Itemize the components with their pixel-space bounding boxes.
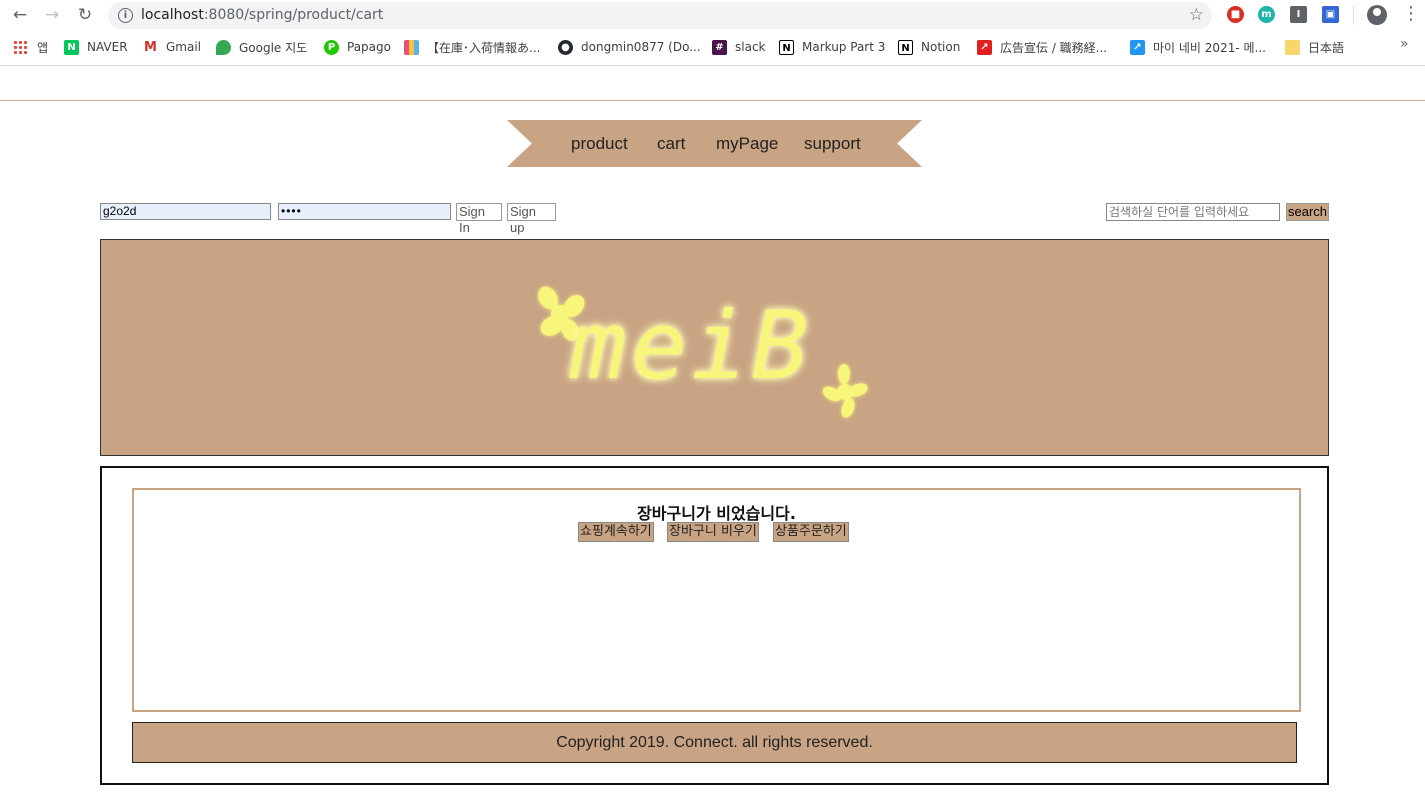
folder-icon [1285,39,1300,55]
order-button[interactable]: 상품주문하기 [773,522,849,542]
bookmark-naver[interactable]: N NAVER [64,38,128,56]
naver-icon: N [64,39,79,55]
bookmark-stock-info[interactable]: 【在庫･入荷情報あ... [404,38,540,56]
bookmark-label: 【在庫･入荷情報あ... [427,40,541,55]
github-icon: ● [558,39,573,55]
slack-icon: # [712,39,727,55]
password-input[interactable]: •••• [278,203,451,220]
reload-icon[interactable]: ↻ [73,4,97,26]
bookmark-apps[interactable]: 앱 [13,38,48,56]
bookmark-gmail[interactable]: M Gmail [143,38,201,56]
browser-toolbar: ← → ↻ i localhost:8080/spring/product/ca… [0,0,1425,31]
bookmark-folder-japanese[interactable]: 日本語 [1285,38,1344,56]
search-input[interactable]: 검색하실 단어를 입력하세요 [1106,203,1280,221]
bookmark-label: NAVER [87,40,128,54]
toolbar-divider [1353,6,1354,25]
papago-icon: P [324,39,339,55]
i-extension-icon[interactable]: I [1290,6,1307,23]
bookmark-label: Papago [347,40,391,54]
sign-in-button[interactable]: Sign In [456,203,502,235]
nav-cart-link[interactable]: cart [657,134,685,154]
url-path: :8080/spring/product/cart [203,7,384,23]
map-pin-icon [216,39,231,55]
screenshot-extension-icon[interactable]: ▣ [1322,6,1339,23]
notion-icon: N [779,39,794,55]
username-input[interactable]: g2o2d [100,203,271,220]
bookmark-label: 앱 [37,40,49,55]
bookmark-mynavi[interactable]: ↗ 마이 네비 2021- 메... [1130,38,1266,56]
chrome-divider [0,65,1425,66]
gmail-icon: M [143,39,158,55]
continue-shopping-button[interactable]: 쇼핑계속하기 [578,522,654,542]
footer: Copyright 2019. Connect. all rights rese… [132,722,1297,763]
info-icon[interactable]: i [118,8,133,23]
mynavi-icon: ↗ [1130,39,1145,55]
sign-up-button[interactable]: Sign up [507,203,556,235]
search-button[interactable]: search [1286,203,1329,221]
adblock-extension-icon[interactable]: ■ [1227,6,1244,23]
bookmark-label: dongmin0877 (Do... [581,40,701,54]
bookmark-papago[interactable]: P Papago [324,38,391,56]
url-text[interactable]: localhost:8080/spring/product/cart [141,7,383,23]
bookmark-label: Gmail [166,40,202,54]
bookmark-label: Markup Part 3 [802,40,886,54]
apps-grid-icon [13,39,28,55]
bookmark-notion[interactable]: N Notion [898,38,960,56]
bookmark-label: 마이 네비 2021- 메... [1153,40,1266,55]
back-icon[interactable]: ← [8,4,32,26]
nav-mypage-link[interactable]: myPage [716,134,778,154]
chart-icon: ↗ [977,39,992,55]
flower-icon [822,364,868,418]
bookmark-markup[interactable]: N Markup Part 3 [779,38,885,56]
nav-product-link[interactable]: product [571,134,628,154]
bookmark-label: 広告宣伝 / 職務経... [1000,40,1108,55]
bookmark-star-icon[interactable]: ☆ [1189,5,1204,25]
bookmark-label: slack [735,40,766,54]
url-host: localhost [141,7,204,23]
clear-cart-button[interactable]: 장바구니 비우기 [667,522,759,542]
notion-icon: N [898,39,913,55]
header-divider [0,100,1425,101]
m-extension-icon[interactable]: m [1258,6,1275,23]
address-bar[interactable]: i localhost:8080/spring/product/cart ☆ [108,2,1212,29]
bookmark-slack[interactable]: # slack [712,38,766,56]
site-logo: meiB [570,292,813,401]
bookmark-label: Google 지도 [239,40,308,55]
menu-kebab-icon[interactable]: ⋮ [1402,3,1420,25]
bookmark-advertising[interactable]: ↗ 広告宣伝 / 職務経... [977,38,1107,56]
nav-support-link[interactable]: support [804,134,861,154]
colorful-page-icon [404,39,419,55]
bookmark-github[interactable]: ● dongmin0877 (Do... [558,38,701,56]
bookmarks-overflow-icon[interactable]: » [1400,36,1409,52]
profile-icon[interactable] [1367,5,1387,25]
forward-icon[interactable]: → [40,4,64,26]
bookmark-label: 日本語 [1308,40,1345,55]
cart-empty-message: 장바구니가 비었습니다. [637,504,796,523]
bookmark-label: Notion [921,40,961,54]
bookmarks-bar: 앱 N NAVER M Gmail Google 지도 P Papago 【在庫･入荷… [0,33,1425,61]
bookmark-google-maps[interactable]: Google 지도 [216,38,307,56]
